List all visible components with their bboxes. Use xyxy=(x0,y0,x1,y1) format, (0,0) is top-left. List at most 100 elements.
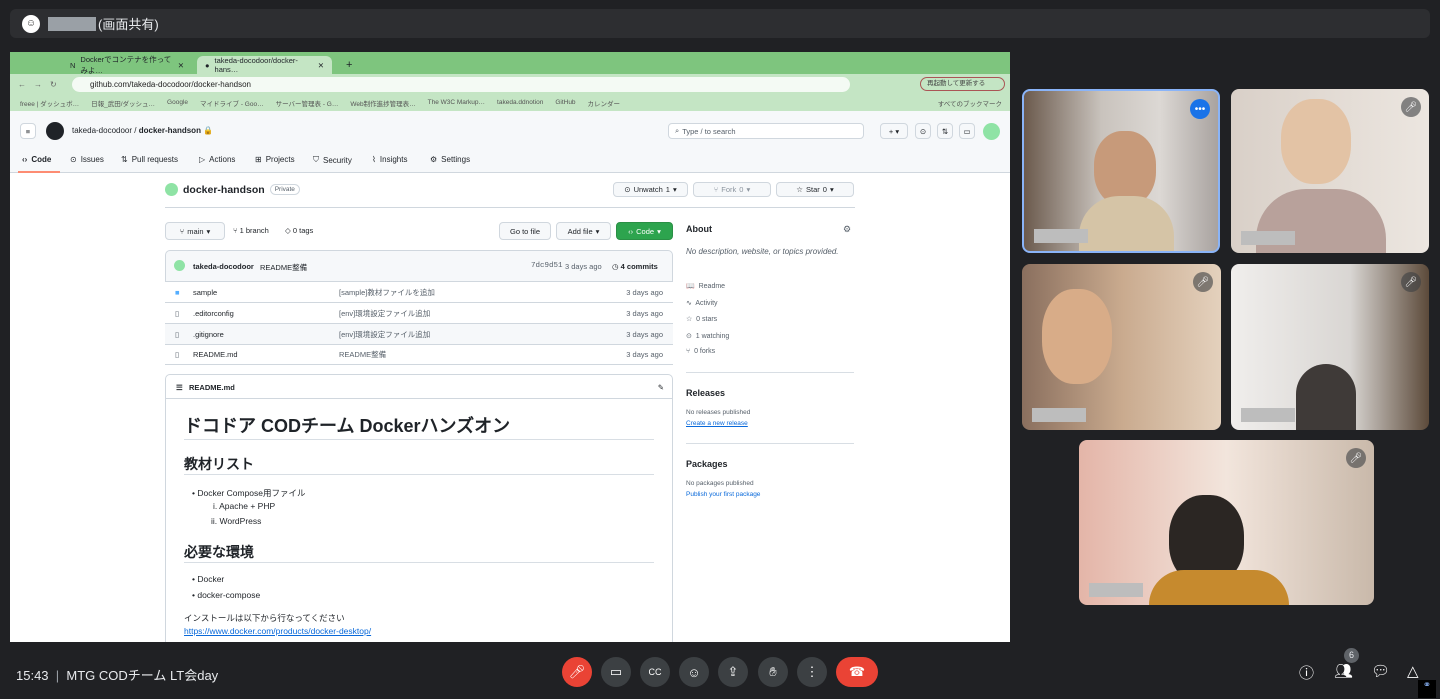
bookmark[interactable]: カレンダー xyxy=(588,98,621,108)
present-button[interactable]: ⇪ xyxy=(718,657,748,687)
captions-button[interactable]: CC xyxy=(640,657,670,687)
commit-author[interactable]: takeda-docodoor xyxy=(193,262,254,271)
tab-actions[interactable]: ▷ Actions xyxy=(199,155,235,164)
participant-tile[interactable]: 🎤︎ xyxy=(1022,264,1221,430)
participant-tile[interactable]: 🎤︎ xyxy=(1231,89,1429,253)
commit-message[interactable]: README整備 xyxy=(260,262,307,273)
people-icon[interactable]: 👥︎ xyxy=(1334,662,1353,680)
user-avatar[interactable] xyxy=(983,123,1000,140)
inbox-icon[interactable]: ▭ xyxy=(959,123,975,139)
info-icon[interactable]: ⓘ xyxy=(1299,662,1314,683)
github-logo-icon[interactable] xyxy=(46,122,64,140)
close-icon[interactable]: ✕ xyxy=(178,61,184,70)
tab-projects[interactable]: ⊞ Projects xyxy=(255,155,295,164)
publish-package-link[interactable]: Publish your first package xyxy=(686,491,760,498)
issues-icon[interactable]: ⊙ xyxy=(915,123,931,139)
presenter-bar: ☺ (画面共有) xyxy=(10,9,1430,38)
branch-select[interactable]: ⑂ main ▾ xyxy=(165,222,225,240)
browser-tab-active[interactable]: ● takeda-docodoor/docker-hans… ✕ xyxy=(197,56,332,74)
tab-issues[interactable]: ⊙ Issues xyxy=(70,155,104,164)
edit-icon[interactable]: ✎ xyxy=(658,383,664,392)
bookmark[interactable]: GitHub xyxy=(555,99,575,106)
readme-header: ☰ README.md ✎ xyxy=(166,375,672,399)
star-button[interactable]: ☆ Star 0 ▾ xyxy=(776,182,854,197)
bookmark[interactable]: Google xyxy=(167,99,188,106)
activity-link[interactable]: ∿ Activity xyxy=(686,299,718,307)
new-tab-button[interactable]: + xyxy=(338,56,360,74)
add-file-button[interactable]: Add file ▾ xyxy=(556,222,611,240)
watching-link[interactable]: ⊙ 1 watching xyxy=(686,332,729,340)
repo-title-link[interactable]: docker-handson xyxy=(183,184,265,196)
bookmark[interactable]: サーバー管理表 - G… xyxy=(276,98,339,108)
participant-tile[interactable]: 🎤︎ xyxy=(1079,440,1374,605)
docker-desktop-link[interactable]: https://www.docker.com/products/docker-d… xyxy=(184,626,371,636)
repo-name-link[interactable]: docker-handson xyxy=(139,126,201,135)
create-release-link[interactable]: Create a new release xyxy=(686,420,748,427)
file-row[interactable]: ▯ README.md README整備 3 days ago xyxy=(165,344,673,365)
participant-tile[interactable]: ••• xyxy=(1022,89,1220,253)
commits-link[interactable]: ◷ 4 commits xyxy=(612,262,658,271)
emoji-button[interactable]: ☺ xyxy=(679,657,709,687)
unwatch-button[interactable]: ⊙ Unwatch 1 ▾ xyxy=(613,182,688,197)
file-row[interactable]: ▯ .gitignore [env]環境設定ファイル追加 3 days ago xyxy=(165,323,673,344)
repo-title: docker-handson Private xyxy=(165,183,300,196)
file-row[interactable]: ■ sample [sample]教材ファイルを追加 3 days ago xyxy=(165,281,673,302)
gear-icon[interactable]: ⚙ xyxy=(843,224,851,235)
active-tab-indicator xyxy=(18,171,60,173)
back-icon[interactable]: ← xyxy=(18,80,26,89)
more-options-button[interactable]: ⋮ xyxy=(797,657,827,687)
tab-settings[interactable]: ⚙ Settings xyxy=(430,155,470,164)
forks-link[interactable]: ⑂ 0 forks xyxy=(686,348,715,355)
participant-video xyxy=(1042,289,1112,384)
tab-security[interactable]: ⛉ Security xyxy=(313,155,352,165)
bookmark[interactable]: 日報_武田/ダッシュ… xyxy=(91,98,155,108)
chat-icon[interactable]: 💬︎ xyxy=(1371,662,1390,680)
divider xyxy=(686,443,854,444)
leave-call-button[interactable]: ☎︎ xyxy=(836,657,878,687)
bookmark[interactable]: The W3C Markup… xyxy=(428,99,485,106)
code-button[interactable]: ‹› Code ▾ xyxy=(616,222,673,240)
activities-icon[interactable]: △ xyxy=(1407,662,1419,680)
tags-link[interactable]: ◇ 0 tags xyxy=(285,226,313,235)
repo-owner-link[interactable]: takeda-docodoor xyxy=(72,126,132,135)
packages-text: No packages published xyxy=(686,480,754,487)
participant-tile[interactable]: 🎤︎ xyxy=(1231,264,1429,430)
tab-insights[interactable]: ⌇ Insights xyxy=(372,155,407,164)
meeting-info: 15:43 | MTG CODチーム LT会day xyxy=(16,668,219,683)
go-to-file-button[interactable]: Go to file xyxy=(499,222,551,240)
presenter-name-redacted xyxy=(48,16,96,31)
tab-code[interactable]: ‹› Code xyxy=(22,155,51,164)
bookmark[interactable]: マイドライブ - Goo… xyxy=(200,98,264,108)
bookmark[interactable]: freee | ダッシュボ… xyxy=(20,98,79,108)
branches-link[interactable]: ⑂ 1 branch xyxy=(233,226,269,235)
reload-icon[interactable]: ↻ xyxy=(50,80,57,89)
tab-pull-requests[interactable]: ⇅ Pull requests xyxy=(121,155,178,164)
camera-button[interactable]: ▭ xyxy=(601,657,631,687)
menu-button[interactable]: ≡ xyxy=(20,123,36,139)
bookmark[interactable]: takeda.ddnotion xyxy=(497,99,543,106)
address-bar[interactable]: github.com/takeda-docodoor/docker-handso… xyxy=(72,77,850,92)
bookmark[interactable]: Web制作進捗管理表… xyxy=(350,98,415,108)
file-row[interactable]: ▯ .editorconfig [env]環境設定ファイル追加 3 days ago xyxy=(165,302,673,323)
folder-icon: ■ xyxy=(175,287,180,297)
search-input[interactable]: ⌕ Type / to search xyxy=(668,123,864,139)
microphone-off-button[interactable]: 🎤︎ xyxy=(562,657,592,687)
readme-link[interactable]: 📖 Readme xyxy=(686,282,725,290)
pull-requests-icon[interactable]: ⇅ xyxy=(937,123,953,139)
browser-toolbar: ← → ↻ github.com/takeda-docodoor/docker-… xyxy=(10,74,1010,94)
forward-icon[interactable]: → xyxy=(34,80,42,89)
stars-link[interactable]: ☆ 0 stars xyxy=(686,315,717,323)
close-icon[interactable]: ✕ xyxy=(318,61,324,70)
create-new-button[interactable]: + ▾ xyxy=(880,123,908,139)
more-options-icon[interactable]: ••• xyxy=(1190,99,1210,119)
browser-tab-strip: N Dockerでコンテナを作ってみよ… ✕ ● takeda-docodoor/do… xyxy=(10,52,1010,75)
commit-hash[interactable]: 7dc9d51 xyxy=(531,262,563,270)
raise-hand-button[interactable]: ✋︎ xyxy=(758,657,788,687)
fork-button[interactable]: ⑂ Fork 0 ▾ xyxy=(693,182,771,197)
releases-text: No releases published xyxy=(686,409,751,416)
update-button[interactable]: 再起動して更新する xyxy=(920,77,1005,91)
mic-off-icon: 🎤︎ xyxy=(1193,272,1213,292)
packages-title: Packages xyxy=(686,459,728,469)
browser-tab[interactable]: N Dockerでコンテナを作ってみよ… ✕ xyxy=(62,55,192,75)
all-bookmarks[interactable]: すべてのブックマーク xyxy=(938,98,1002,108)
